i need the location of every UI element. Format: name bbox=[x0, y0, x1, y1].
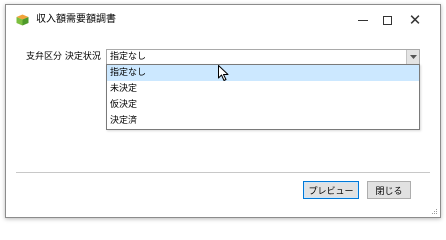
status-filter-combobox[interactable]: 指定なし bbox=[106, 49, 420, 65]
status-filter-dropdown-list: 指定なし 未決定 仮決定 決定済 bbox=[106, 64, 420, 130]
chevron-down-icon bbox=[409, 55, 417, 59]
dropdown-option[interactable]: 未決定 bbox=[107, 81, 419, 97]
close-icon: ✕ bbox=[408, 10, 422, 29]
dialog-window: 収入額需要額調書 ✕ 支弁区分 決定状況 指定なし 指定なし 未決定 仮決定 決… bbox=[5, 4, 441, 218]
close-button[interactable]: 閉じる bbox=[367, 181, 411, 199]
combobox-value: 指定なし bbox=[110, 52, 147, 62]
dropdown-option[interactable]: 指定なし bbox=[107, 65, 419, 81]
title-bar: 収入額需要額調書 ✕ bbox=[6, 5, 440, 35]
minimize-icon bbox=[358, 20, 368, 21]
dropdown-option[interactable]: 仮決定 bbox=[107, 97, 419, 113]
status-filter-label: 支弁区分 決定状況 bbox=[26, 52, 101, 62]
resize-grip-icon[interactable] bbox=[430, 207, 438, 215]
preview-button[interactable]: プレビュー bbox=[303, 181, 359, 199]
combobox-arrow-button[interactable] bbox=[406, 50, 419, 64]
window-title: 収入額需要額調書 bbox=[36, 14, 116, 25]
close-window-button[interactable]: ✕ bbox=[396, 5, 434, 35]
app-icon bbox=[16, 14, 29, 26]
mouse-cursor-icon bbox=[218, 65, 229, 81]
maximize-icon bbox=[382, 15, 392, 25]
footer-separator bbox=[16, 172, 430, 173]
dropdown-option[interactable]: 決定済 bbox=[107, 113, 419, 129]
